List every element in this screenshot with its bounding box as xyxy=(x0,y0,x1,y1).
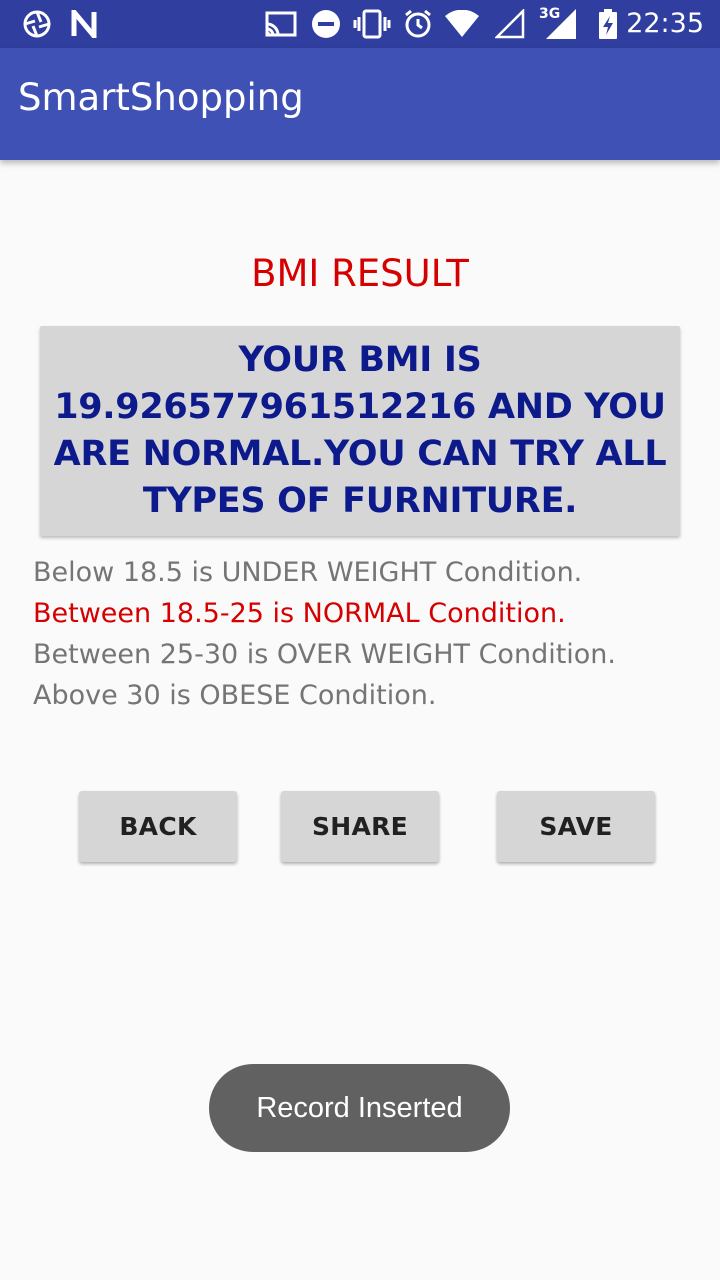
n-icon xyxy=(68,8,100,40)
aperture-icon xyxy=(22,8,52,40)
alarm-icon xyxy=(402,8,434,40)
battery-charging-icon xyxy=(596,8,620,40)
bmi-result-heading: BMI RESULT xyxy=(251,252,469,295)
toast: Record Inserted xyxy=(209,1064,510,1152)
network-type-label: 3G xyxy=(539,6,561,22)
status-bar: 3G 22:35 xyxy=(0,0,720,48)
app-title: SmartShopping xyxy=(18,76,304,119)
bmi-result-box: YOUR BMI IS 19.926577961512216 AND YOU A… xyxy=(40,326,680,536)
bmi-condition-list: Below 18.5 is UNDER WEIGHT Condition. Be… xyxy=(33,552,616,716)
condition-obese: Above 30 is OBESE Condition. xyxy=(33,680,437,711)
status-time: 22:35 xyxy=(626,8,704,39)
cast-icon xyxy=(264,8,298,40)
wifi-icon xyxy=(444,8,480,40)
dnd-icon xyxy=(310,8,342,40)
toast-message: Record Inserted xyxy=(256,1091,463,1124)
signal-empty-icon xyxy=(494,8,526,40)
back-button[interactable]: BACK xyxy=(79,791,237,862)
condition-normal: Between 18.5-25 is NORMAL Condition. xyxy=(33,598,566,629)
condition-overweight: Between 25-30 is OVER WEIGHT Condition. xyxy=(33,639,617,670)
save-button[interactable]: SAVE xyxy=(497,791,655,862)
bmi-result-message: YOUR BMI IS 19.926577961512216 AND YOU A… xyxy=(53,340,667,521)
share-button[interactable]: SHARE xyxy=(281,791,439,862)
condition-underweight: Below 18.5 is UNDER WEIGHT Condition. xyxy=(33,557,583,588)
vibrate-icon xyxy=(352,8,392,40)
app-bar: SmartShopping xyxy=(0,48,720,160)
